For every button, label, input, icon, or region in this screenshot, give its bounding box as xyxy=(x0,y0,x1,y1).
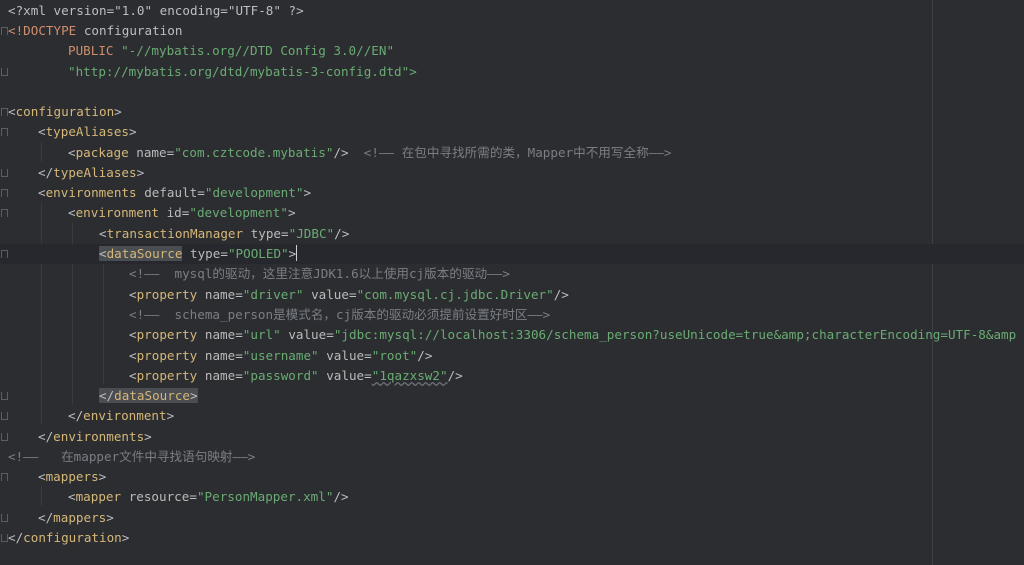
datasource-close-tag: dataSource xyxy=(114,388,190,403)
environment-id-value: "development" xyxy=(189,205,288,220)
code-line[interactable]: </dataSource> xyxy=(0,386,1024,406)
text-caret xyxy=(296,245,298,261)
property-name-value: "username" xyxy=(242,348,319,363)
environments-open-tag: environments xyxy=(45,185,137,200)
environments-close-tag: environments xyxy=(53,429,145,444)
property-value-value: "root" xyxy=(371,348,418,363)
property-name-value: "password" xyxy=(242,368,319,383)
code-line[interactable]: <package name="com.cztcode.mybatis"/> <!… xyxy=(0,143,1024,163)
driver-comment: <!—— mysql的驱动，这里注意JDK1.6以上使用cj版本的驱动——> xyxy=(129,266,510,281)
code-line[interactable]: <environment id="development"> xyxy=(0,203,1024,223)
code-line[interactable]: <property name="url" value="jdbc:mysql:/… xyxy=(0,325,1024,345)
code-line[interactable]: "http://mybatis.org/dtd/mybatis-3-config… xyxy=(0,62,1024,82)
fold-end-icon[interactable] xyxy=(1,433,8,441)
fold-end-icon[interactable] xyxy=(1,534,8,542)
datasource-type-attr: type xyxy=(190,246,221,261)
doctype-name: configuration xyxy=(83,23,183,38)
code-line[interactable]: <property name="username" value="root"/> xyxy=(0,346,1024,366)
code-line[interactable]: <configuration> xyxy=(0,102,1024,122)
datasource-open-tag: dataSource xyxy=(106,246,183,261)
code-line[interactable]: <property name="password" value="1qazxsw… xyxy=(0,366,1024,386)
property-tag: property xyxy=(136,348,198,363)
package-comment: <!—— 在包中寻找所需的类，Mapper中不用写全称——> xyxy=(363,145,672,160)
fold-toggle-icon[interactable] xyxy=(1,189,8,197)
property-name-value: "url" xyxy=(242,327,281,342)
fold-toggle-icon[interactable] xyxy=(1,209,8,217)
fold-end-icon[interactable] xyxy=(1,412,8,420)
property-value-value: "1qazxsw2" xyxy=(371,368,448,383)
fold-toggle-icon[interactable] xyxy=(1,250,8,258)
property-value-value: "jdbc:mysql://localhost:3306/schema_pers… xyxy=(333,327,1017,342)
code-line[interactable]: <!—— mysql的驱动，这里注意JDK1.6以上使用cj版本的驱动——> xyxy=(0,264,1024,284)
fold-toggle-icon[interactable] xyxy=(1,108,8,116)
datasource-type-value: "POOLED" xyxy=(227,246,289,261)
doctype-public-id: "-//mybatis.org//DTD Config 3.0//EN" xyxy=(121,43,395,58)
environment-open-tag: environment xyxy=(75,205,159,220)
fold-end-icon[interactable] xyxy=(1,68,8,76)
transaction-manager-type-value: "JDBC" xyxy=(288,226,335,241)
transaction-manager-type-attr: type xyxy=(250,226,282,241)
property-name-attr: name xyxy=(204,348,236,363)
fold-end-icon[interactable] xyxy=(1,169,8,177)
code-line[interactable]: </mappers> xyxy=(0,508,1024,528)
mapper-resource-attr: resource xyxy=(128,489,190,504)
schema-comment: <!—— schema_person是模式名，cj版本的驱动必须提前设置好时区—… xyxy=(129,307,551,322)
mapper-comment: <!—— 在mapper文件中寻找语句映射——> xyxy=(8,449,256,464)
environments-default-value: "development" xyxy=(204,185,304,200)
package-tag: package xyxy=(75,145,129,160)
xml-prolog: <?xml version="1.0" encoding="UTF-8" ?> xyxy=(8,3,304,18)
mapper-resource-value: "PersonMapper.xml" xyxy=(196,489,334,504)
transaction-manager-tag: transactionManager xyxy=(106,226,244,241)
fold-toggle-icon[interactable] xyxy=(1,473,8,481)
code-line[interactable]: </configuration> xyxy=(0,528,1024,548)
code-line[interactable]: <?xml version="1.0" encoding="UTF-8" ?> xyxy=(0,1,1024,21)
property-name-attr: name xyxy=(204,287,236,302)
code-line[interactable]: <property name="driver" value="com.mysql… xyxy=(0,285,1024,305)
code-line-current[interactable]: <dataSource type="POOLED"> xyxy=(0,244,1024,264)
code-line[interactable]: PUBLIC "-//mybatis.org//DTD Config 3.0//… xyxy=(0,41,1024,61)
mapper-tag: mapper xyxy=(75,489,122,504)
configuration-close-tag: configuration xyxy=(23,530,122,545)
property-tag: property xyxy=(136,327,198,342)
fold-toggle-icon[interactable] xyxy=(1,128,8,136)
fold-end-icon[interactable] xyxy=(1,514,8,522)
code-line[interactable]: <mappers> xyxy=(0,467,1024,487)
typealiases-open-tag: typeAliases xyxy=(45,124,129,139)
property-value-attr: value xyxy=(288,327,327,342)
doctype-public-keyword: PUBLIC xyxy=(68,43,114,58)
code-line[interactable]: </environments> xyxy=(0,427,1024,447)
code-line[interactable]: </typeAliases> xyxy=(0,163,1024,183)
environments-default-attr: default xyxy=(144,185,198,200)
code-line[interactable]: <!—— schema_person是模式名，cj版本的驱动必须提前设置好时区—… xyxy=(0,305,1024,325)
property-tag: property xyxy=(136,287,198,302)
doctype-system-id: "http://mybatis.org/dtd/mybatis-3-config… xyxy=(68,64,417,79)
mappers-open-tag: mappers xyxy=(45,469,99,484)
code-line[interactable]: <mapper resource="PersonMapper.xml"/> xyxy=(0,487,1024,507)
environment-id-attr: id xyxy=(166,205,182,220)
code-editor[interactable]: <?xml version="1.0" encoding="UTF-8" ?> … xyxy=(0,0,1024,565)
typealiases-close-tag: typeAliases xyxy=(53,165,137,180)
property-name-value: "driver" xyxy=(242,287,304,302)
code-line[interactable]: <environments default="development"> xyxy=(0,183,1024,203)
code-line[interactable]: <!DOCTYPE configuration xyxy=(0,21,1024,41)
property-name-attr: name xyxy=(204,327,236,342)
property-value-attr: value xyxy=(326,368,365,383)
property-value-attr: value xyxy=(311,287,349,302)
fold-toggle-icon[interactable] xyxy=(1,27,8,35)
code-line[interactable]: <typeAliases> xyxy=(0,122,1024,142)
property-value-value: "com.mysql.cj.jdbc.Driver" xyxy=(356,287,554,302)
package-name-value: "com.cztcode.mybatis" xyxy=(174,145,334,160)
mappers-close-tag: mappers xyxy=(53,510,107,525)
property-value-attr: value xyxy=(326,348,365,363)
code-line[interactable]: <transactionManager type="JDBC"/> xyxy=(0,224,1024,244)
property-name-attr: name xyxy=(204,368,236,383)
doctype-keyword: <!DOCTYPE xyxy=(8,23,77,38)
property-tag: property xyxy=(136,368,198,383)
environment-close-tag: environment xyxy=(83,408,167,423)
configuration-open-tag: configuration xyxy=(15,104,115,119)
package-name-attr: name xyxy=(136,145,167,160)
code-line[interactable]: </environment> xyxy=(0,406,1024,426)
fold-end-icon[interactable] xyxy=(1,392,8,400)
code-line[interactable]: <!—— 在mapper文件中寻找语句映射——> xyxy=(0,447,1024,467)
